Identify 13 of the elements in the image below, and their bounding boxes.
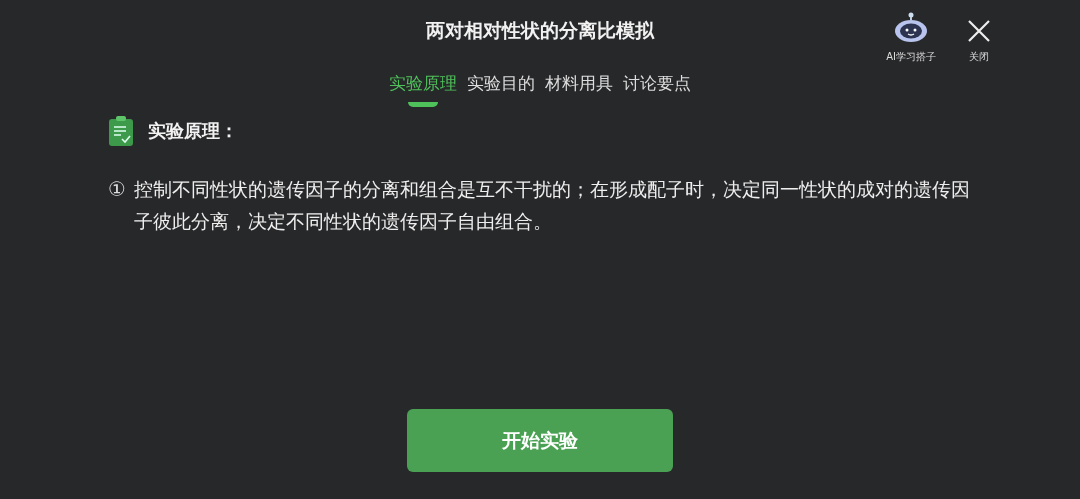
clipboard-icon	[108, 115, 134, 147]
assistant-button[interactable]: AI学习搭子	[886, 12, 936, 64]
principle-text: 控制不同性状的遗传因子的分离和组合是互不干扰的；在形成配子时，决定同一性状的成对的遗传因子彼此分离，决定不同性状的遗传因子自由组合。	[133, 177, 971, 234]
tab[interactable]: 实验目的	[467, 70, 535, 105]
close-button[interactable]: 关闭	[966, 18, 992, 64]
section-heading: 实验原理：	[148, 119, 238, 143]
tab[interactable]: 讨论要点	[623, 70, 691, 105]
list-marker: ①	[108, 176, 126, 203]
close-icon	[966, 18, 992, 44]
page-title: 两对相对性状的分离比模拟	[426, 18, 654, 43]
tab[interactable]: 材料用具	[545, 70, 613, 105]
tab[interactable]: 实验原理	[389, 70, 457, 105]
robot-icon	[893, 12, 930, 44]
